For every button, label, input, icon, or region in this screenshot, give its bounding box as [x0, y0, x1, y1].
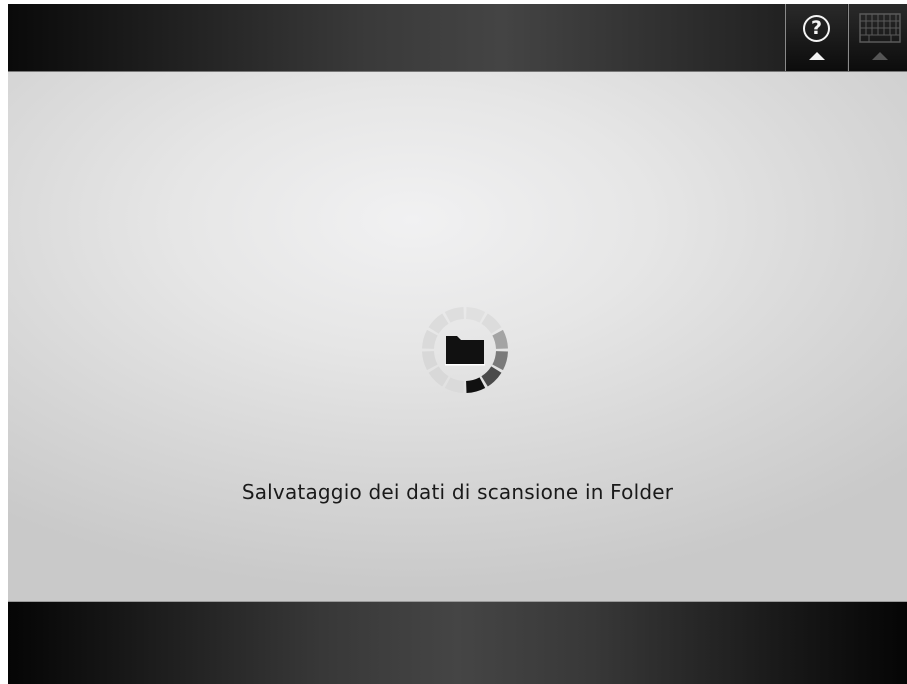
spinner-segment — [466, 377, 486, 393]
bottom-bar — [8, 601, 907, 684]
up-arrow-icon — [809, 52, 825, 60]
keyboard-icon — [859, 13, 901, 43]
spinner-segment — [422, 329, 438, 349]
spinner-segment — [481, 313, 502, 334]
spinner-segment — [428, 313, 449, 334]
main-panel: Salvataggio dei dati di scansione in Fol… — [8, 72, 907, 601]
spinner-segment — [422, 351, 438, 371]
scanner-screen: ? Salvataggio dei dati di scansione in F… — [8, 4, 907, 684]
spinner-segment — [428, 366, 449, 387]
status-message: Salvataggio dei dati di scansione in Fol… — [241, 480, 674, 504]
help-button[interactable]: ? — [785, 4, 847, 71]
top-bar: ? — [8, 4, 907, 72]
spinner-segment — [481, 366, 502, 387]
up-arrow-icon — [872, 52, 888, 60]
spinner-segment — [492, 329, 508, 349]
folder-icon — [445, 336, 485, 366]
help-icon: ? — [803, 15, 830, 42]
spinner-segment — [492, 351, 508, 371]
spinner-segment — [466, 307, 486, 323]
spinner-segment — [444, 377, 464, 393]
spinner-segment — [444, 307, 464, 323]
keyboard-button[interactable] — [848, 4, 907, 71]
loading-spinner — [422, 307, 508, 393]
